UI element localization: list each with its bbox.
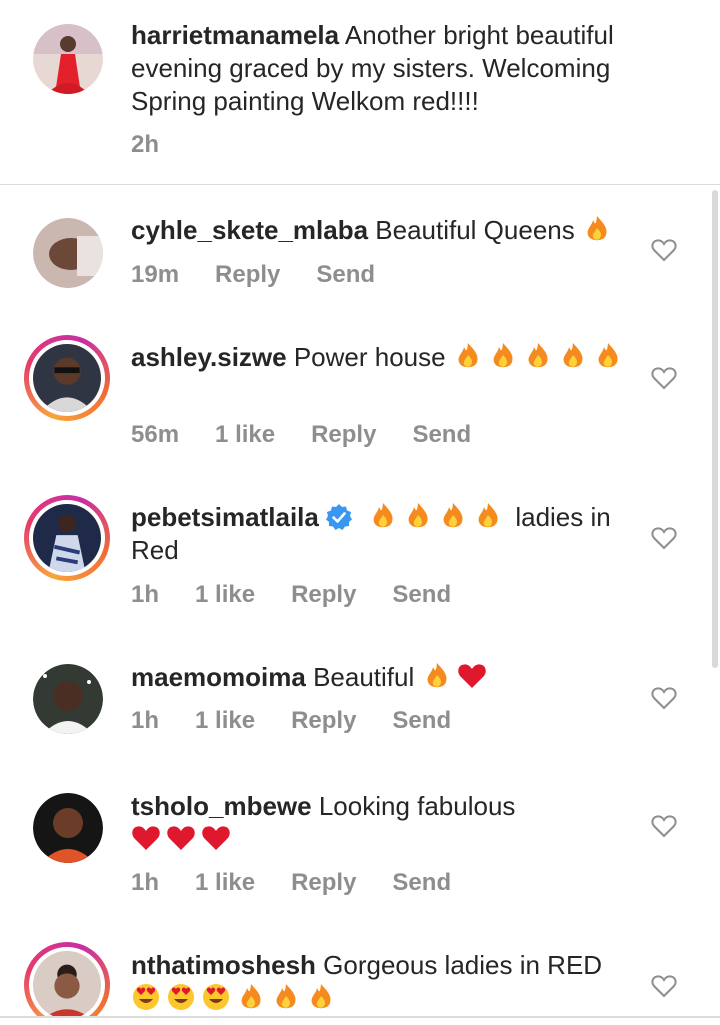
comment-meta: 19m Reply Send [131, 261, 411, 289]
fire-emoji-icon [408, 503, 428, 528]
comment-body: Gorgeous ladies in RED [323, 950, 603, 980]
verified-badge-icon [325, 504, 352, 530]
reply-button[interactable]: Reply [215, 261, 280, 288]
bottom-divider [0, 1016, 720, 1018]
reply-button[interactable]: Reply [291, 581, 356, 608]
caption-username[interactable]: harrietmanamela [131, 20, 339, 50]
comment-username[interactable]: nthatimoshesh [131, 950, 316, 980]
fire-emoji-icon [276, 984, 296, 1009]
comment-avatar[interactable] [24, 942, 110, 1016]
comment-row: tsholo_mbewe Looking fabulous 1h 1 like Re… [0, 790, 720, 910]
comment-text: nthatimoshesh Gorgeous ladies in RED [131, 949, 641, 1015]
comment-username[interactable]: tsholo_mbewe [131, 791, 312, 821]
like-heart-icon[interactable] [651, 366, 677, 390]
fire-emoji-icon [587, 216, 607, 241]
comment-username[interactable]: maemomoima [131, 662, 306, 692]
comment-row: maemomoima Beautiful 1h 1 like Reply Send [0, 660, 720, 760]
comment-time: 1h [131, 869, 160, 896]
like-heart-icon[interactable] [651, 686, 677, 710]
comment-text: ashley.sizwe Power house [131, 341, 641, 374]
comment-meta: 56m 1 like Reply Send [131, 421, 507, 449]
like-heart-icon[interactable] [651, 974, 677, 998]
fire-emoji-icon [478, 503, 498, 528]
scrollbar[interactable] [712, 190, 718, 668]
fire-emoji-icon [241, 984, 261, 1009]
comment-time: 1h [131, 707, 160, 734]
caption-time: 2h [131, 131, 160, 158]
like-heart-icon[interactable] [651, 814, 677, 838]
reply-button[interactable]: Reply [311, 421, 376, 448]
reply-button[interactable]: Reply [291, 869, 356, 896]
like-heart-icon[interactable] [651, 238, 677, 262]
fire-emoji-icon [311, 984, 331, 1009]
comment-username[interactable]: ashley.sizwe [131, 342, 287, 372]
fire-emoji-icon [458, 343, 478, 368]
comment-avatar[interactable] [24, 335, 110, 421]
send-button[interactable]: Send [412, 421, 471, 448]
comment-body: Looking fabulous [318, 791, 516, 821]
comment-text: maemomoima Beautiful [131, 661, 641, 694]
red-heart-emoji-icon [202, 826, 230, 850]
comment-time: 56m [131, 421, 180, 448]
red-heart-emoji-icon [167, 826, 195, 850]
caption-text: harrietmanamela Another bright beautiful… [131, 19, 641, 118]
fire-emoji-icon [598, 343, 618, 368]
comment-avatar[interactable] [24, 495, 110, 581]
fire-emoji-icon [443, 503, 463, 528]
comment-text: cyhle_skete_mlaba Beautiful Queens [131, 214, 641, 247]
fire-emoji-icon [493, 343, 513, 368]
red-heart-emoji-icon [132, 826, 160, 850]
send-button[interactable]: Send [392, 707, 451, 734]
comment-username[interactable]: cyhle_skete_mlaba [131, 215, 368, 245]
comment-text: pebetsimatlaila ladies in Red [131, 501, 641, 567]
like-count[interactable]: 1 like [195, 581, 255, 608]
comment-row: ashley.sizwe Power house 56m 1 like Reply S… [0, 335, 720, 465]
comment-meta: 1h 1 like Reply Send [131, 707, 487, 735]
comment-body: Beautiful [313, 662, 415, 692]
comment-text: tsholo_mbewe Looking fabulous [131, 790, 641, 856]
comment-body: Power house [293, 342, 446, 372]
send-button[interactable]: Send [392, 869, 451, 896]
comment-row: nthatimoshesh Gorgeous ladies in RED [0, 942, 720, 1016]
like-count[interactable]: 1 like [195, 707, 255, 734]
caption-author-avatar[interactable] [33, 24, 103, 94]
send-button[interactable]: Send [316, 261, 375, 288]
like-heart-icon[interactable] [651, 526, 677, 550]
comment-meta: 1h 1 like Reply Send [131, 581, 487, 609]
caption-divider [0, 184, 720, 185]
comment-row: pebetsimatlaila ladies in Red 1h 1 like Re… [0, 495, 720, 625]
heart-eyes-emoji-icon [168, 984, 194, 1010]
fire-emoji-icon [563, 343, 583, 368]
red-heart-emoji-icon [457, 664, 486, 688]
comment-avatar[interactable] [33, 218, 103, 288]
reply-button[interactable]: Reply [291, 707, 356, 734]
fire-emoji-icon [528, 343, 548, 368]
comment-body: Beautiful Queens [375, 215, 575, 245]
send-button[interactable]: Send [392, 581, 451, 608]
heart-eyes-emoji-icon [133, 984, 159, 1010]
comment-avatar[interactable] [33, 664, 103, 734]
fire-emoji-icon [427, 663, 447, 688]
comment-username[interactable]: pebetsimatlaila [131, 502, 319, 532]
comment-time: 19m [131, 261, 180, 288]
heart-eyes-emoji-icon [203, 984, 229, 1010]
comment-avatar[interactable] [33, 793, 103, 863]
like-count[interactable]: 1 like [215, 421, 275, 448]
fire-emoji-icon [373, 503, 393, 528]
comment-meta: 1h 1 like Reply Send [131, 869, 487, 897]
comment-time: 1h [131, 581, 160, 608]
post-caption: harrietmanamela Another bright beautiful… [0, 0, 720, 184]
like-count[interactable]: 1 like [195, 869, 255, 896]
comment-row: cyhle_skete_mlaba Beautiful Queens 19m Re… [0, 210, 720, 310]
caption-meta: 2h [131, 131, 195, 159]
